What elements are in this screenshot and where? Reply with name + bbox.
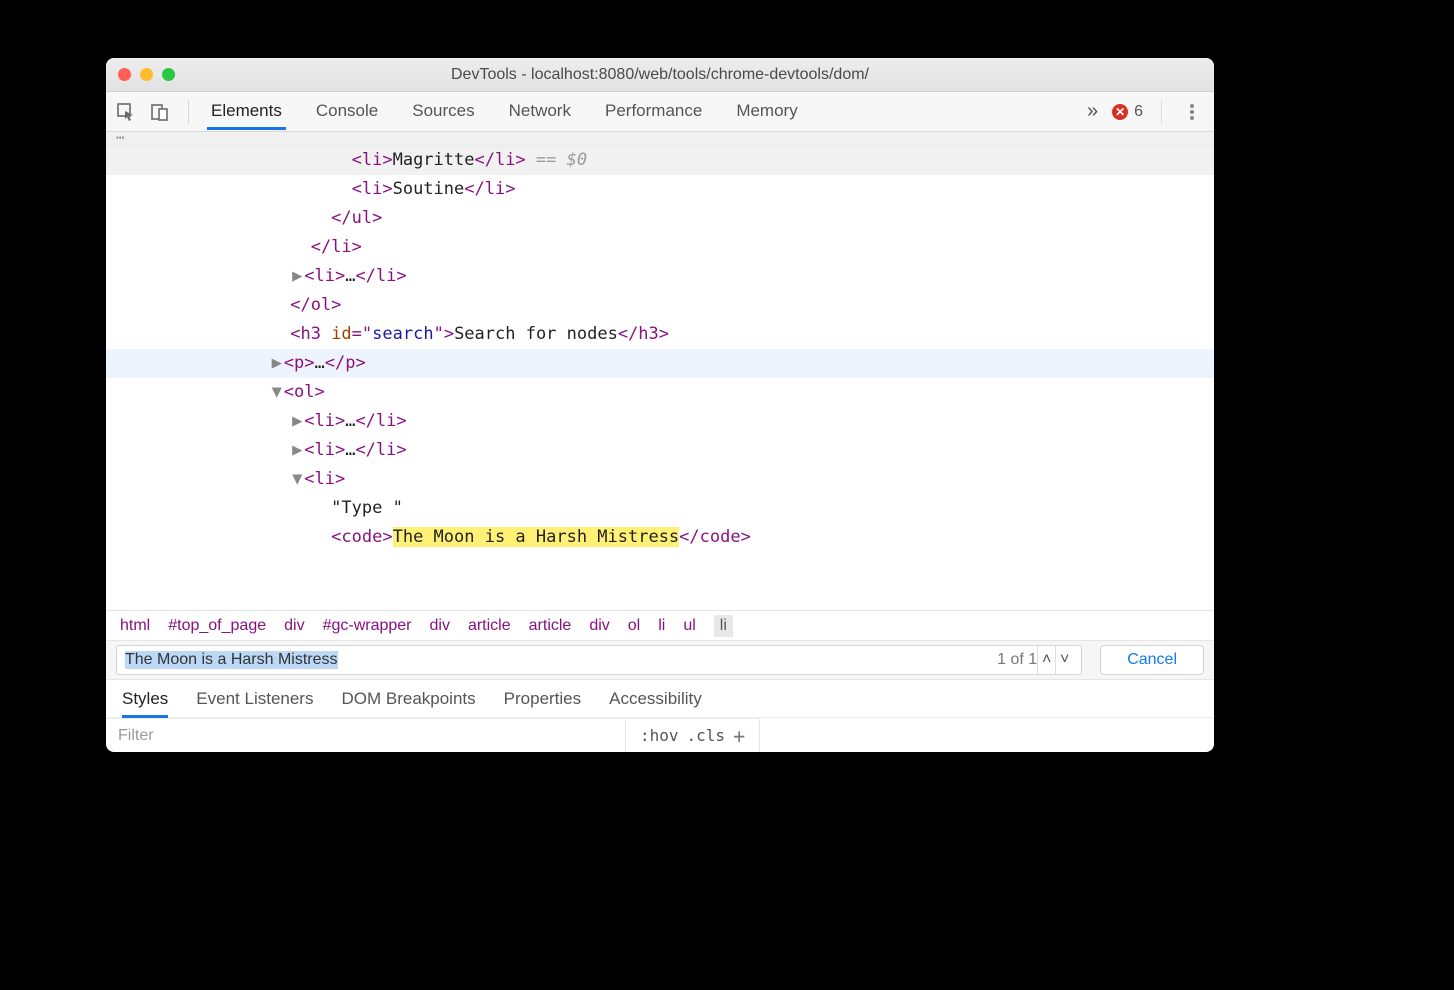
subtab-styles[interactable]: Styles (122, 680, 168, 718)
search-counter: 1 of 1 (997, 651, 1037, 669)
breadcrumb: html #top_of_page div #gc-wrapper div ar… (106, 610, 1214, 640)
dom-node[interactable]: </ol> (106, 291, 1214, 320)
error-count: 6 (1134, 103, 1143, 121)
traffic-lights (118, 68, 175, 81)
search-bar: The Moon is a Harsh Mistress 1 of 1 ˄ ˅ … (106, 640, 1214, 680)
tab-memory[interactable]: Memory (732, 93, 801, 130)
breadcrumb-item[interactable]: #top_of_page (168, 617, 266, 635)
cancel-button[interactable]: Cancel (1100, 645, 1204, 675)
search-input[interactable]: The Moon is a Harsh Mistress 1 of 1 ˄ ˅ (116, 645, 1082, 675)
dom-node[interactable]: <li>Magritte</li> == $0 (106, 146, 1214, 175)
styles-toolbar: Filter :hov .cls + (106, 718, 1214, 752)
settings-menu-icon[interactable] (1190, 110, 1194, 114)
dom-node[interactable]: ▼<li> (106, 465, 1214, 494)
expand-icon[interactable]: ▶ (290, 262, 304, 291)
prev-match-icon[interactable]: ˄ (1037, 646, 1055, 674)
breadcrumb-item[interactable]: article (468, 617, 511, 635)
search-value: The Moon is a Harsh Mistress (125, 651, 338, 669)
subtab-event-listeners[interactable]: Event Listeners (196, 689, 313, 709)
subtab-properties[interactable]: Properties (504, 689, 581, 709)
device-icon[interactable] (150, 102, 170, 122)
breadcrumb-item[interactable]: li (714, 615, 733, 637)
close-icon[interactable] (118, 68, 131, 81)
tab-elements[interactable]: Elements (207, 93, 286, 130)
dom-tree[interactable]: <li>Magritte</li> == $0 <li>Soutine</li>… (106, 146, 1214, 610)
panel-tabs: Elements Console Sources Network Perform… (207, 93, 802, 130)
scroll-indicator: ⋯ (106, 132, 1214, 146)
main-toolbar: Elements Console Sources Network Perform… (106, 92, 1214, 132)
dom-node[interactable]: ▶<li>…</li> (106, 436, 1214, 465)
dom-node[interactable]: </ul> (106, 204, 1214, 233)
hov-toggle[interactable]: :hov (640, 726, 679, 745)
minimize-icon[interactable] (140, 68, 153, 81)
breadcrumb-item[interactable]: div (430, 617, 450, 635)
dom-node[interactable]: <code>The Moon is a Harsh Mistress</code… (106, 523, 1214, 552)
breadcrumb-item[interactable]: ul (683, 617, 695, 635)
error-badge-icon: ✕ (1112, 104, 1128, 120)
error-indicator[interactable]: ✕ 6 (1112, 103, 1143, 121)
collapse-icon[interactable]: ▼ (290, 465, 304, 494)
dom-node[interactable]: <h3 id="search">Search for nodes</h3> (106, 320, 1214, 349)
styles-tabs: Styles Event Listeners DOM Breakpoints P… (106, 680, 1214, 718)
filter-placeholder: Filter (118, 727, 154, 745)
breadcrumb-item[interactable]: ol (628, 617, 640, 635)
collapse-icon[interactable]: ▼ (270, 378, 284, 407)
tab-sources[interactable]: Sources (408, 93, 478, 130)
expand-icon[interactable]: ▶ (270, 349, 284, 378)
dom-node[interactable]: ▼<ol> (106, 378, 1214, 407)
breadcrumb-item[interactable]: article (529, 617, 572, 635)
subtab-accessibility[interactable]: Accessibility (609, 689, 702, 709)
expand-icon[interactable]: ▶ (290, 436, 304, 465)
tab-performance[interactable]: Performance (601, 93, 706, 130)
tab-console[interactable]: Console (312, 93, 382, 130)
separator (1161, 100, 1162, 124)
expand-icon[interactable]: ▶ (290, 407, 304, 436)
new-rule-icon[interactable]: + (733, 724, 745, 748)
more-tabs-icon[interactable]: » (1087, 100, 1098, 123)
dom-node[interactable]: <li>Soutine</li> (106, 175, 1214, 204)
separator (188, 100, 189, 124)
breadcrumb-item[interactable]: html (120, 617, 150, 635)
window-title: DevTools - localhost:8080/web/tools/chro… (106, 66, 1214, 84)
styles-filter-input[interactable]: Filter (106, 718, 626, 752)
style-toggles: :hov .cls + (626, 718, 760, 752)
devtools-window: DevTools - localhost:8080/web/tools/chro… (106, 58, 1214, 752)
dom-node[interactable]: ▶<li>…</li> (106, 407, 1214, 436)
subtab-dom-breakpoints[interactable]: DOM Breakpoints (341, 689, 475, 709)
dom-node[interactable]: ▶<p>…</p> (106, 349, 1214, 378)
tab-network[interactable]: Network (505, 93, 575, 130)
breadcrumb-item[interactable]: #gc-wrapper (323, 617, 412, 635)
cls-toggle[interactable]: .cls (687, 726, 726, 745)
titlebar: DevTools - localhost:8080/web/tools/chro… (106, 58, 1214, 92)
zoom-icon[interactable] (162, 68, 175, 81)
dom-node[interactable]: ▶<li>…</li> (106, 262, 1214, 291)
dom-node[interactable]: "Type " (106, 494, 1214, 523)
inspect-icon[interactable] (116, 102, 136, 122)
dom-node[interactable]: </li> (106, 233, 1214, 262)
breadcrumb-item[interactable]: div (284, 617, 304, 635)
next-match-icon[interactable]: ˅ (1055, 646, 1073, 674)
breadcrumb-item[interactable]: div (589, 617, 609, 635)
breadcrumb-item[interactable]: li (658, 617, 665, 635)
